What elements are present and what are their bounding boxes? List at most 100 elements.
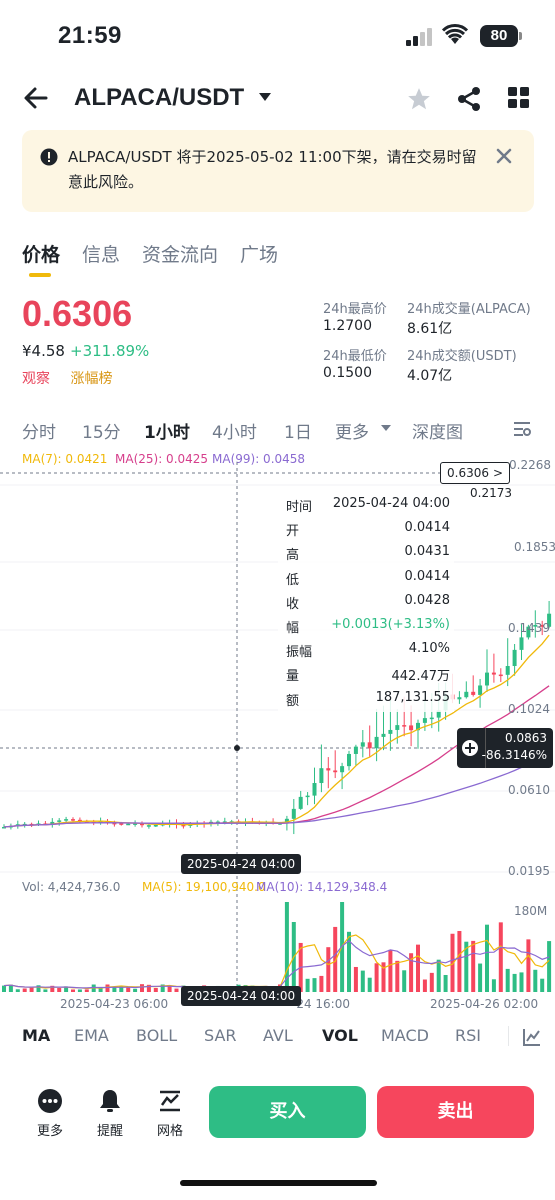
volume-bar: [429, 972, 434, 992]
price-axis-label: 0.2173: [470, 486, 512, 500]
candle-body: [381, 733, 386, 737]
tab-info[interactable]: 信息: [82, 240, 120, 267]
candle-body: [471, 691, 476, 695]
tab-square[interactable]: 广场: [240, 240, 278, 267]
caret-down-icon[interactable]: [258, 92, 272, 102]
last-price-tag-value: 0.6306: [447, 466, 489, 480]
price-tags: 观察 涨幅榜: [22, 368, 112, 388]
tooltip-value: 187,131.55: [375, 689, 450, 705]
wifi-icon: [442, 24, 468, 44]
more-caret-icon[interactable]: [380, 424, 392, 432]
stat-vol-base: 8.61亿: [407, 321, 453, 337]
interval-more[interactable]: 更多: [335, 418, 369, 443]
crosshair-date-tag: 2025-04-24 04:00: [181, 854, 302, 874]
indicator-vol[interactable]: VOL: [322, 1026, 358, 1045]
close-icon[interactable]: [494, 146, 514, 166]
volume-bar: [133, 988, 138, 992]
last-price-tag[interactable]: 0.6306 >: [440, 462, 510, 484]
tooltip-key: 额: [286, 693, 300, 709]
interval-depth[interactable]: 深度图: [412, 418, 463, 443]
candle-body: [395, 725, 400, 730]
price-cny: ¥4.58: [22, 342, 65, 360]
volume-bar: [367, 977, 372, 992]
vol-ma5-legend: MA(5): 19,100,940.0: [142, 880, 266, 894]
tooltip-value: 0.0414: [404, 520, 451, 536]
candle-tooltip: 时间 2025-04-24 04:00 开 0.0414 高 0.0431 低 0.0414 收…: [278, 490, 454, 712]
candle-body: [64, 819, 69, 821]
pair-title[interactable]: ALPACA/USDT: [74, 84, 244, 112]
price-axis-label: 0.1024: [508, 702, 550, 716]
crosshair-dot: [234, 745, 240, 751]
interval-15m[interactable]: 15分: [82, 418, 121, 443]
candle-body: [305, 795, 310, 798]
bell-icon: [100, 1090, 120, 1112]
indicator-chart-icon[interactable]: [522, 1027, 542, 1047]
indicator-sar[interactable]: SAR: [204, 1026, 237, 1045]
tooltip-key: 低: [286, 572, 300, 588]
volume-bar: [22, 988, 27, 992]
indicator-macd[interactable]: MACD: [381, 1026, 429, 1045]
interval-time[interactable]: 分时: [22, 418, 56, 443]
watch-tag[interactable]: 观察: [22, 371, 50, 387]
tooltip-value: +0.0013(+3.13%): [331, 617, 450, 632]
layout-grid-icon[interactable]: [508, 87, 530, 109]
tab-fund-flow[interactable]: 资金流向: [142, 240, 218, 267]
vol-ma10-legend: MA(10): 14,129,348.4: [256, 880, 388, 894]
divider: [508, 1026, 509, 1046]
volume-bar: [457, 930, 462, 992]
interval-1d[interactable]: 1日: [284, 418, 312, 443]
tooltip-key: 振幅: [286, 645, 313, 661]
home-indicator: [180, 1180, 377, 1186]
favorite-star-icon[interactable]: [406, 86, 432, 112]
interval-4h[interactable]: 4小时: [212, 418, 257, 443]
volume-bar: [57, 988, 62, 992]
candle-body: [333, 770, 338, 773]
date-axis-label: 2025-04-26 02:00: [430, 997, 539, 1011]
indicator-avl[interactable]: AVL: [263, 1026, 293, 1045]
candle-body: [57, 820, 62, 822]
tab-price[interactable]: 价格: [22, 240, 60, 267]
date-axis-label: 2025-04-23 06:00: [60, 997, 169, 1011]
volume-bar: [2, 985, 6, 992]
grid-action[interactable]: 网格: [150, 1088, 190, 1139]
price-axis-label: 0.2268: [509, 458, 551, 472]
volume-bar: [84, 989, 89, 992]
candle-body: [512, 649, 517, 667]
volume-bar: [312, 978, 317, 992]
volume-bar: [353, 966, 358, 992]
volume-bar: [478, 963, 483, 992]
stat-high: 1.2700: [323, 318, 372, 334]
chart-settings-icon[interactable]: [512, 419, 532, 439]
volume-bar: [402, 970, 407, 992]
notice-text: ALPACA/USDT 将于2025-05-02 11:00下架，请在交易时留意…: [68, 148, 477, 191]
candle-body: [402, 725, 407, 727]
indicator-ma[interactable]: MA: [22, 1026, 50, 1045]
volume-bar: [540, 978, 545, 992]
candle-body: [429, 717, 434, 720]
volume-bar: [491, 979, 496, 992]
buy-button[interactable]: 买入: [209, 1086, 366, 1138]
crosshair-price-tag[interactable]: 0.0863 -86.3146%: [457, 728, 553, 768]
sell-button[interactable]: 卖出: [377, 1086, 534, 1138]
share-icon[interactable]: [456, 86, 482, 112]
alert-info-icon: [40, 148, 58, 166]
candle-body: [374, 736, 379, 749]
volume-bar: [388, 949, 393, 992]
indicator-rsi[interactable]: RSI: [455, 1026, 481, 1045]
candle-body: [312, 783, 317, 796]
volume-bar: [547, 941, 552, 992]
indicator-ema[interactable]: EMA: [74, 1026, 109, 1045]
more-action[interactable]: 更多: [30, 1088, 70, 1139]
back-arrow-icon[interactable]: [22, 84, 50, 112]
tooltip-key: 高: [286, 548, 300, 564]
stat-vol-quote: 4.07亿: [407, 368, 453, 384]
gainers-tag[interactable]: 涨幅榜: [70, 371, 112, 387]
indicator-boll[interactable]: BOLL: [136, 1026, 177, 1045]
volume-bar: [443, 974, 448, 992]
crosshair-percent: -86.3146%: [481, 748, 547, 762]
candle-body: [353, 746, 358, 754]
alert-action[interactable]: 提醒: [90, 1088, 130, 1139]
tooltip-value: 0.0428: [404, 592, 451, 608]
interval-1h[interactable]: 1小时: [144, 418, 190, 443]
volume-bar: [105, 984, 110, 992]
